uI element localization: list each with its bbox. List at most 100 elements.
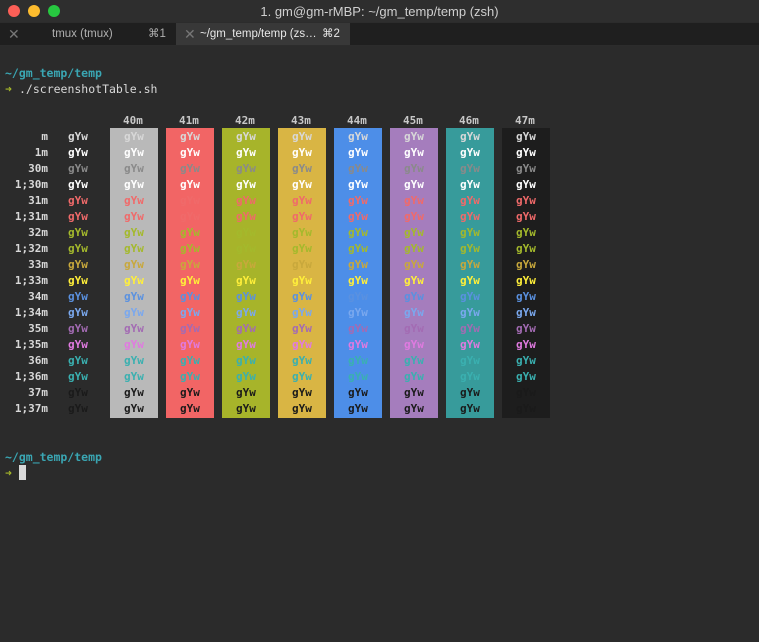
close-icon[interactable]: ✕	[184, 23, 196, 45]
minimize-window-button[interactable]	[28, 5, 40, 17]
terminal-content[interactable]: ~/gm_temp/temp ➜ ./screenshotTable.sh 40…	[0, 46, 759, 642]
sample-cell: gYw	[404, 210, 424, 223]
fg-row-label: 35m	[28, 322, 48, 335]
sample-cell: gYw	[180, 178, 200, 191]
sample-cell: gYw	[68, 290, 88, 303]
sample-cell: gYw	[292, 354, 312, 367]
tab-tmux[interactable]: ✕ tmux (tmux) ⌘1	[0, 23, 174, 45]
sample-cell: gYw	[292, 370, 312, 383]
sample-cell: gYw	[516, 338, 536, 351]
sample-cell: gYw	[460, 210, 480, 223]
close-window-button[interactable]	[8, 5, 20, 17]
fg-row-label: 1;36m	[14, 370, 48, 383]
sample-cell: gYw	[180, 322, 200, 335]
sample-cell: gYw	[236, 178, 256, 191]
sample-cell: gYw	[404, 226, 424, 239]
sample-cell: gYw	[68, 370, 88, 383]
sample-cell: gYw	[348, 210, 368, 223]
sample-cell: gYw	[404, 242, 424, 255]
sample-cell: gYw	[124, 162, 144, 175]
sample-cell: gYw	[124, 386, 144, 399]
sample-cell: gYw	[68, 258, 88, 271]
sample-cell: gYw	[404, 402, 424, 415]
sample-cell: gYw	[516, 274, 536, 287]
sample-cell: gYw	[180, 242, 200, 255]
tab-zsh[interactable]: ✕ ~/gm_temp/temp (zs… ⌘2	[176, 23, 350, 45]
sample-cell: gYw	[460, 258, 480, 271]
sample-cell: gYw	[404, 386, 424, 399]
sample-cell: gYw	[292, 194, 312, 207]
bg-header-45m: 45m	[403, 114, 423, 127]
sample-cell: gYw	[236, 274, 256, 287]
sample-cell: gYw	[460, 386, 480, 399]
sample-cell: gYw	[348, 130, 368, 143]
command-text: ./screenshotTable.sh	[19, 82, 158, 96]
sample-cell: gYw	[348, 338, 368, 351]
fg-row-label: 1;33m	[14, 274, 48, 287]
sample-cell: gYw	[68, 274, 88, 287]
sample-cell: gYw	[180, 162, 200, 175]
sample-cell: gYw	[292, 162, 312, 175]
zoom-window-button[interactable]	[48, 5, 60, 17]
close-icon[interactable]: ✕	[8, 23, 20, 45]
sample-cell: gYw	[292, 226, 312, 239]
sample-cell: gYw	[180, 258, 200, 271]
sample-cell: gYw	[348, 274, 368, 287]
sample-cell: gYw	[236, 370, 256, 383]
title-bar: 1. gm@gm-rMBP: ~/gm_temp/temp (zsh)	[0, 0, 759, 22]
fg-row-label: 36m	[28, 354, 48, 367]
fg-row-label: 1;30m	[14, 178, 48, 191]
sample-cell: gYw	[516, 306, 536, 319]
sample-cell: gYw	[460, 370, 480, 383]
sample-cell: gYw	[348, 386, 368, 399]
sample-cell: gYw	[516, 146, 536, 159]
fg-row-label: 33m	[28, 258, 48, 271]
sample-cell: gYw	[124, 322, 144, 335]
sample-cell: gYw	[348, 242, 368, 255]
sample-cell: gYw	[68, 146, 88, 159]
sample-cell: gYw	[180, 338, 200, 351]
sample-cell: gYw	[404, 322, 424, 335]
sample-cell: gYw	[516, 162, 536, 175]
sample-cell: gYw	[124, 338, 144, 351]
fg-row-label: 1;34m	[14, 306, 48, 319]
text-cursor	[19, 465, 26, 480]
sample-cell: gYw	[404, 306, 424, 319]
fg-row-label: 1m	[34, 146, 48, 159]
bg-header-40m: 40m	[123, 114, 143, 127]
sample-cell: gYw	[124, 130, 144, 143]
sample-cell: gYw	[236, 354, 256, 367]
fg-row-label: 32m	[28, 226, 48, 239]
sample-cell: gYw	[68, 130, 88, 143]
sample-cell: gYw	[516, 386, 536, 399]
sample-cell: gYw	[516, 226, 536, 239]
sample-cell: gYw	[516, 130, 536, 143]
sample-cell: gYw	[516, 370, 536, 383]
fg-row-label: 1;37m	[14, 402, 48, 415]
sample-cell: gYw	[236, 402, 256, 415]
bg-header-42m: 42m	[235, 114, 255, 127]
sample-cell: gYw	[460, 194, 480, 207]
bg-header-43m: 43m	[291, 114, 311, 127]
sample-cell: gYw	[68, 306, 88, 319]
sample-cell: gYw	[68, 338, 88, 351]
bg-header-41m: 41m	[179, 114, 199, 127]
prompt-path: ~/gm_temp/temp	[5, 450, 102, 464]
sample-cell: gYw	[348, 226, 368, 239]
fg-row-label: 34m	[28, 290, 48, 303]
fg-row-label: 37m	[28, 386, 48, 399]
sample-cell: gYw	[68, 386, 88, 399]
sample-cell: gYw	[68, 210, 88, 223]
sample-cell: gYw	[404, 338, 424, 351]
sample-cell: gYw	[460, 178, 480, 191]
sample-cell: gYw	[516, 194, 536, 207]
sample-cell: gYw	[124, 146, 144, 159]
prompt-arrow-icon: ➜	[5, 466, 12, 480]
sample-cell: gYw	[292, 290, 312, 303]
fg-row-label: m	[41, 130, 48, 143]
sample-cell: gYw	[236, 146, 256, 159]
sample-cell: gYw	[404, 354, 424, 367]
sample-cell: gYw	[348, 370, 368, 383]
sample-cell: gYw	[236, 258, 256, 271]
sample-cell: gYw	[236, 194, 256, 207]
